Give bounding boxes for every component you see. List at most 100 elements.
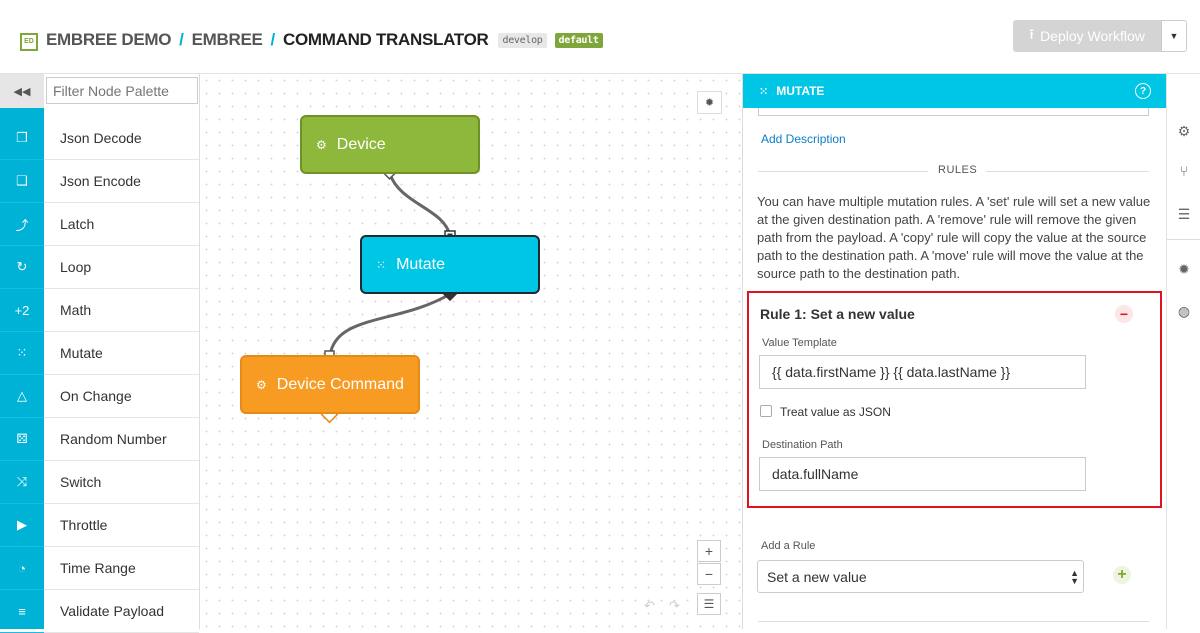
logo-icon[interactable]: ED [20, 33, 38, 51]
debug-toggle-button[interactable]: ✹ [697, 91, 722, 114]
palette-item-label: Random Number [44, 418, 199, 461]
palette-item-latch[interactable]: ⤴ Latch [0, 203, 199, 246]
add-rule-button[interactable]: + [1113, 566, 1131, 584]
latch-icon: ⤴ [0, 203, 44, 246]
breadcrumb-separator: / [270, 30, 276, 49]
node-mutate[interactable]: ⁙ Mutate [360, 235, 540, 294]
globe-icon[interactable]: ◍ [1175, 302, 1193, 320]
value-template-input[interactable]: {{ data.firstName }} {{ data.lastName }} [759, 355, 1086, 389]
caret-down-icon: ▼ [1169, 31, 1179, 41]
palette-item-validate-payload[interactable]: ≡ Validate Payload [0, 590, 199, 633]
palette-item-label: Loop [44, 246, 199, 289]
breadcrumb-app[interactable]: EMBREE [192, 30, 263, 50]
palette-item-label: Json Encode [44, 160, 199, 203]
undo-icon[interactable]: ↶ [644, 598, 655, 614]
breadcrumb: EMBREE DEMO / EMBREE / COMMAND TRANSLATO… [46, 30, 603, 50]
palette-item-loop[interactable]: ↻ Loop [0, 246, 199, 289]
validate-payload-icon: ≡ [0, 590, 44, 633]
gear-icon[interactable]: ⚙ [1175, 122, 1193, 140]
switch-icon: ⤨ [0, 461, 44, 504]
connection-device-mutate [388, 173, 452, 237]
destination-path-input[interactable]: data.fullName [759, 457, 1086, 491]
rules-divider: RULES [758, 164, 1149, 178]
palette-item-on-change[interactable]: △ On Change [0, 375, 199, 418]
value-template-label: Value Template [762, 337, 837, 349]
panel-header: ⁙ MUTATE ? [743, 74, 1167, 108]
deploy-options-button[interactable]: ▼ [1161, 20, 1187, 52]
breadcrumb-separator: / [179, 30, 184, 49]
on-change-icon: △ [0, 375, 44, 418]
panel-divider [758, 621, 1149, 622]
random-number-icon: ⚄ [0, 418, 44, 461]
time-range-icon: ◔ [0, 547, 44, 590]
zoom-out-button[interactable]: − [697, 563, 721, 585]
deploy-label: Deploy Workflow [1040, 28, 1145, 44]
add-description-link[interactable]: Add Description [761, 132, 846, 146]
node-device-command[interactable]: ⚙ Device Command [240, 355, 420, 414]
palette-item-throttle[interactable]: ▶ Throttle [0, 504, 199, 547]
treat-value-json-checkbox[interactable] [760, 405, 772, 417]
throttle-icon: ▶ [0, 504, 44, 547]
palette-item-label: Mutate [44, 332, 199, 375]
add-rule-selected: Set a new value [767, 568, 867, 585]
palette-item-label: Math [44, 289, 199, 332]
palette-item-mutate[interactable]: ⁙ Mutate [0, 332, 199, 375]
palette-item-label: On Change [44, 375, 199, 418]
zoom-in-button[interactable]: + [697, 540, 721, 562]
add-rule-select[interactable]: Set a new value ▲ ▼ [757, 560, 1084, 593]
rule-title: Rule 1: Set a new value [760, 306, 915, 322]
upload-icon: ⭱ [1029, 26, 1035, 42]
node-palette-list: ❐ Json Decode ❑ Json Encode ⤴ Latch ↻ Loop +2 Mat… [0, 117, 199, 633]
palette-item-json-decode[interactable]: ❐ Json Decode [0, 117, 199, 160]
bug-icon: ✹ [704, 97, 715, 109]
palette-item-time-range[interactable]: ◔ Time Range [0, 547, 199, 590]
remove-rule-button[interactable]: − [1115, 305, 1133, 323]
chip-icon: ⚙ [256, 377, 267, 392]
branch-icon[interactable]: ⑂ [1175, 162, 1193, 180]
math-icon: +2 [0, 289, 44, 332]
mutate-icon: ⁙ [759, 85, 769, 98]
connection-mutate-command [328, 292, 451, 357]
default-badge: default [554, 32, 603, 48]
database-icon[interactable]: ☰ [1175, 205, 1193, 223]
node-config-panel: ⁙ MUTATE ? Add Description RULES You can… [742, 74, 1167, 629]
app-header: ED EMBREE DEMO / EMBREE / COMMAND TRANSL… [0, 0, 1200, 74]
rail-divider [1167, 239, 1200, 240]
rules-description: You can have multiple mutation rules. A … [757, 194, 1151, 281]
menu-icon: ☰ [703, 597, 715, 611]
palette-item-label: Throttle [44, 504, 199, 547]
node-label: Device [336, 135, 386, 153]
node-device[interactable]: ⚙ Device [300, 115, 480, 174]
branch-badge: develop [498, 32, 547, 48]
palette-item-math[interactable]: +2 Math [0, 289, 199, 332]
deploy-workflow-button[interactable]: ⭱ Deploy Workflow [1013, 20, 1161, 52]
destination-path-label: Destination Path [762, 439, 843, 451]
panel-title: MUTATE [776, 84, 825, 98]
palette-item-label: Latch [44, 203, 199, 246]
treat-value-json-label[interactable]: Treat value as JSON [780, 405, 891, 419]
palette-item-random-number[interactable]: ⚄ Random Number [0, 418, 199, 461]
collapse-palette-button[interactable]: ◀◀ [0, 74, 44, 108]
rules-heading: RULES [938, 164, 978, 176]
node-label: Device Command [276, 375, 404, 393]
palette-item-label: Json Decode [44, 117, 199, 160]
add-rule-label: Add a Rule [761, 540, 816, 552]
description-field-bottom[interactable] [758, 108, 1149, 116]
breadcrumb-workflow: COMMAND TRANSLATOR [282, 30, 489, 49]
canvas-menu-button[interactable]: ☰ [697, 593, 721, 615]
rule-card: Rule 1: Set a new value − Value Template… [747, 291, 1162, 508]
filter-node-palette-input[interactable] [46, 77, 198, 104]
palette-item-json-encode[interactable]: ❑ Json Encode [0, 160, 199, 203]
chip-icon: ⚙ [316, 137, 327, 152]
loop-icon: ↻ [0, 246, 44, 289]
palette-item-label: Time Range [44, 547, 199, 590]
breadcrumb-org[interactable]: EMBREE DEMO [46, 30, 171, 50]
json-encode-icon: ❑ [0, 160, 44, 203]
palette-item-switch[interactable]: ⤨ Switch [0, 461, 199, 504]
redo-icon[interactable]: ↷ [669, 598, 680, 614]
help-icon[interactable]: ? [1135, 83, 1151, 99]
workflow-canvas[interactable]: ✹ ⚙ Device ⁙ Mutate ⚙ Device Command + −… [200, 74, 742, 629]
palette-item-label: Validate Payload [44, 590, 199, 633]
palette-item-label: Switch [44, 461, 199, 504]
bug-icon[interactable]: ✹ [1175, 260, 1193, 278]
